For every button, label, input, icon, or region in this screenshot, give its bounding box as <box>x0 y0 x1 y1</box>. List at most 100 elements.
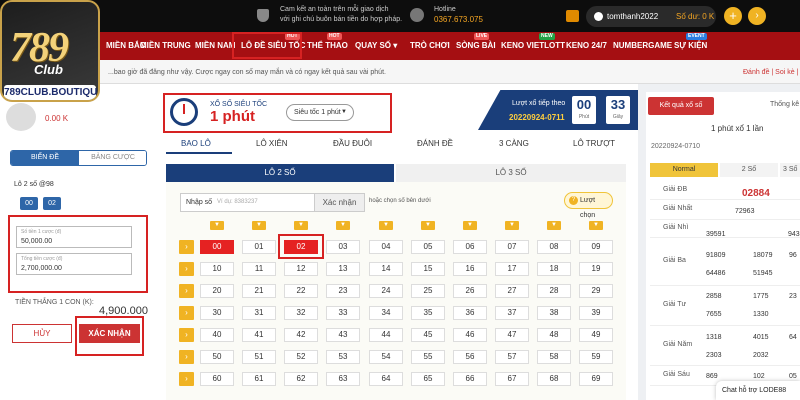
number-cell[interactable]: 59 <box>579 350 613 364</box>
number-cell[interactable]: 45 <box>411 328 445 342</box>
select-column-button[interactable]: ▼ <box>463 221 477 230</box>
number-cell[interactable]: 12 <box>284 262 318 276</box>
number-cell[interactable]: 31 <box>242 306 276 320</box>
number-cell[interactable]: 39 <box>579 306 613 320</box>
number-cell[interactable]: 08 <box>537 240 571 254</box>
number-cell[interactable]: 41 <box>242 328 276 342</box>
select-column-button[interactable]: ▼ <box>547 221 561 230</box>
number-cell[interactable]: 68 <box>537 372 571 386</box>
gift-icon[interactable] <box>566 10 579 22</box>
number-cell[interactable]: 47 <box>495 328 529 342</box>
select-row-button[interactable]: › <box>179 350 194 364</box>
nav-item-tro-choi[interactable]: TRÒ CHƠI <box>410 32 450 60</box>
number-cell[interactable]: 56 <box>453 350 487 364</box>
select-row-button[interactable]: › <box>179 372 194 386</box>
notice-links[interactable]: Đánh đề | Soi kè | <box>743 69 798 76</box>
tab-lo-3-so[interactable]: LÔ 3 SỐ <box>396 164 626 182</box>
number-cell[interactable]: 17 <box>495 262 529 276</box>
confirm-number-button[interactable]: Xác nhận <box>314 193 365 212</box>
hotline-number[interactable]: 0367.673.075 <box>434 15 483 25</box>
number-cell[interactable]: 65 <box>411 372 445 386</box>
number-cell[interactable]: 54 <box>369 350 403 364</box>
nav-item-mien-trung[interactable]: MIỀN TRUNG <box>140 32 191 60</box>
number-cell[interactable]: 13 <box>326 262 360 276</box>
tab-bang-cuoc[interactable]: BẢNG CƯỢC <box>79 151 146 165</box>
tab-bao-lo[interactable]: BAO LÔ <box>181 139 211 153</box>
nav-item-su-kien[interactable]: SỰ KIỆN EVENT <box>674 32 707 60</box>
select-row-button[interactable]: › <box>179 262 194 276</box>
number-cell[interactable]: 26 <box>453 284 487 298</box>
number-cell[interactable]: 42 <box>284 328 318 342</box>
number-cell[interactable]: 16 <box>453 262 487 276</box>
select-column-button[interactable]: ▼ <box>252 221 266 230</box>
number-cell[interactable]: 11 <box>242 262 276 276</box>
tab-lo-2-so[interactable]: LÔ 2 SỐ <box>166 164 394 182</box>
mode-2-so[interactable]: 2 Số <box>720 163 778 177</box>
mode-3-so[interactable]: 3 Số <box>780 163 800 177</box>
picked-number-chip[interactable]: 00 <box>20 197 38 210</box>
select-row-button[interactable]: › <box>179 240 194 254</box>
number-cell[interactable]: 35 <box>411 306 445 320</box>
number-cell[interactable]: 15 <box>411 262 445 276</box>
number-cell[interactable]: 22 <box>284 284 318 298</box>
number-cell[interactable]: 06 <box>453 240 487 254</box>
number-cell[interactable]: 52 <box>284 350 318 364</box>
number-input[interactable]: Nhập số Ví dụ: 8383237 Xác nhận <box>180 193 365 212</box>
number-cell[interactable]: 55 <box>411 350 445 364</box>
select-column-button[interactable]: ▼ <box>336 221 350 230</box>
number-cell[interactable]: 37 <box>495 306 529 320</box>
number-cell[interactable]: 44 <box>369 328 403 342</box>
number-cell[interactable]: 25 <box>411 284 445 298</box>
number-cell[interactable]: 29 <box>579 284 613 298</box>
number-cell[interactable]: 67 <box>495 372 529 386</box>
number-cell[interactable]: 50 <box>200 350 234 364</box>
nav-item-keno-vietlott[interactable]: KENO VIETLOTT NEW <box>501 32 565 60</box>
select-column-button[interactable]: ▼ <box>421 221 435 230</box>
number-cell[interactable]: 03 <box>326 240 360 254</box>
number-cell[interactable]: 46 <box>453 328 487 342</box>
number-cell[interactable]: 10 <box>200 262 234 276</box>
number-cell[interactable]: 00 <box>200 240 234 254</box>
number-cell[interactable]: 32 <box>284 306 318 320</box>
tab-lo-xien[interactable]: LÔ XIÊN <box>256 139 288 153</box>
number-cell[interactable]: 61 <box>242 372 276 386</box>
number-cell[interactable]: 40 <box>200 328 234 342</box>
tab-danh-de[interactable]: ĐÁNH ĐỀ <box>417 139 453 153</box>
filter-button[interactable]: ? Lượt chọn <box>564 192 613 219</box>
nav-item-numbergame[interactable]: NUMBERGAME <box>613 32 672 60</box>
tab-dau-duoi[interactable]: ĐẦU ĐUÔI <box>333 139 372 153</box>
number-cell[interactable]: 19 <box>579 262 613 276</box>
picked-number-chip[interactable]: 02 <box>43 197 61 210</box>
number-cell[interactable]: 23 <box>326 284 360 298</box>
number-cell[interactable]: 01 <box>242 240 276 254</box>
tab-bien-de[interactable]: BIỂN ĐỀ <box>11 151 79 165</box>
select-column-button[interactable]: ▼ <box>210 221 224 230</box>
select-column-button[interactable]: ▼ <box>379 221 393 230</box>
number-cell[interactable]: 36 <box>453 306 487 320</box>
number-cell[interactable]: 24 <box>369 284 403 298</box>
select-column-button[interactable]: ▼ <box>589 221 603 230</box>
number-cell[interactable]: 09 <box>579 240 613 254</box>
select-row-button[interactable]: › <box>179 306 194 320</box>
number-cell[interactable]: 64 <box>369 372 403 386</box>
nav-item-mien-nam[interactable]: MIỀN NAM <box>195 32 235 60</box>
number-cell[interactable]: 43 <box>326 328 360 342</box>
user-account-box[interactable]: tomthanh2022 Số dư: 0 K <box>586 6 716 27</box>
tab-thong-ke[interactable]: Thống kê <box>770 101 799 108</box>
number-cell[interactable]: 14 <box>369 262 403 276</box>
number-cell[interactable]: 53 <box>326 350 360 364</box>
tab-lo-truot[interactable]: LÔ TRƯỢT <box>573 139 615 153</box>
number-cell[interactable]: 27 <box>495 284 529 298</box>
nav-item-the-thao[interactable]: THỂ THAO HOT <box>307 32 348 60</box>
number-cell[interactable]: 04 <box>369 240 403 254</box>
number-cell[interactable]: 60 <box>200 372 234 386</box>
nav-item-keno-247[interactable]: KENO 24/7 <box>566 32 607 60</box>
cancel-button[interactable]: HỦY <box>12 324 72 343</box>
tab-3-cang[interactable]: 3 CÀNG <box>499 139 529 153</box>
number-cell[interactable]: 62 <box>284 372 318 386</box>
number-cell[interactable]: 51 <box>242 350 276 364</box>
select-column-button[interactable]: ▼ <box>505 221 519 230</box>
number-cell[interactable]: 33 <box>326 306 360 320</box>
mode-normal[interactable]: Normal <box>650 163 718 177</box>
number-cell[interactable]: 28 <box>537 284 571 298</box>
